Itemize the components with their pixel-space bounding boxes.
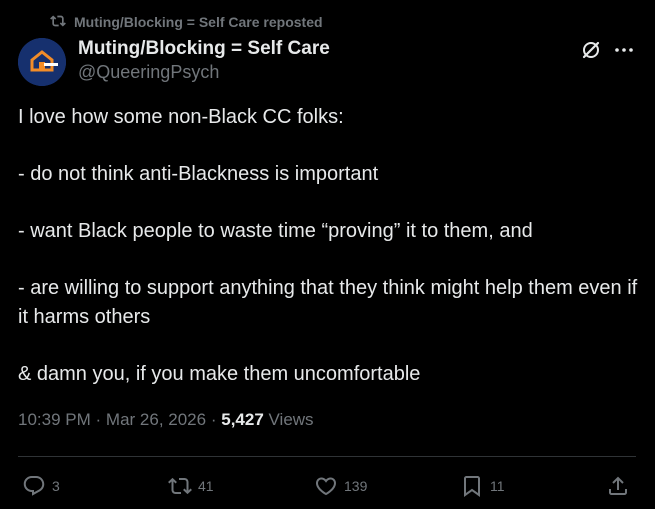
meta-separator: · [210,410,217,429]
views-count: 5,427 [221,410,264,429]
divider [18,456,636,457]
tweet-meta: 10:39 PM · Mar 26, 2026 · 5,427 Views [18,410,314,430]
more-options-icon[interactable] [612,38,636,62]
bookmark-count: 11 [490,478,505,494]
share-icon [609,476,627,495]
repost-icon [168,477,192,495]
bookmark-button[interactable]: 11 [460,474,505,498]
grok-icon[interactable] [579,38,603,62]
bookmark-icon [464,476,480,497]
tweet-text: I love how some non-Black CC folks: - do… [18,103,638,389]
author-display-name[interactable]: Muting/Blocking = Self Care [78,38,330,60]
avatar[interactable] [18,38,66,86]
avatar-logo-icon [18,38,66,86]
views-label: Views [268,410,314,429]
meta-separator: · [95,410,102,429]
author-handle[interactable]: @QueeringPsych [78,62,219,83]
tweet-paragraph: I love how some non-Black CC folks: [18,106,344,128]
heart-icon [315,477,337,496]
repost-header[interactable]: Muting/Blocking = Self Care reposted [50,12,323,32]
repost-header-text: Muting/Blocking = Self Care reposted [74,14,323,30]
tweet-time[interactable]: 10:39 PM [18,410,91,429]
repost-icon [50,13,66,32]
repost-count: 41 [198,478,214,494]
repost-button[interactable]: 41 [168,474,214,498]
tweet-paragraph: & damn you, if you make them uncomfortab… [18,363,421,385]
tweet-paragraph: - do not think anti-Blackness is importa… [18,163,379,185]
reply-count: 3 [52,478,60,494]
tweet-paragraph: - want Black people to waste time “provi… [18,220,533,242]
like-count: 139 [344,478,368,494]
reply-button[interactable]: 3 [22,474,60,498]
reply-icon [23,476,45,496]
tweet-date[interactable]: Mar 26, 2026 [106,410,206,429]
share-button[interactable] [606,474,630,498]
tweet-paragraph: - are willing to support anything that t… [18,277,638,328]
like-button[interactable]: 139 [314,474,367,498]
